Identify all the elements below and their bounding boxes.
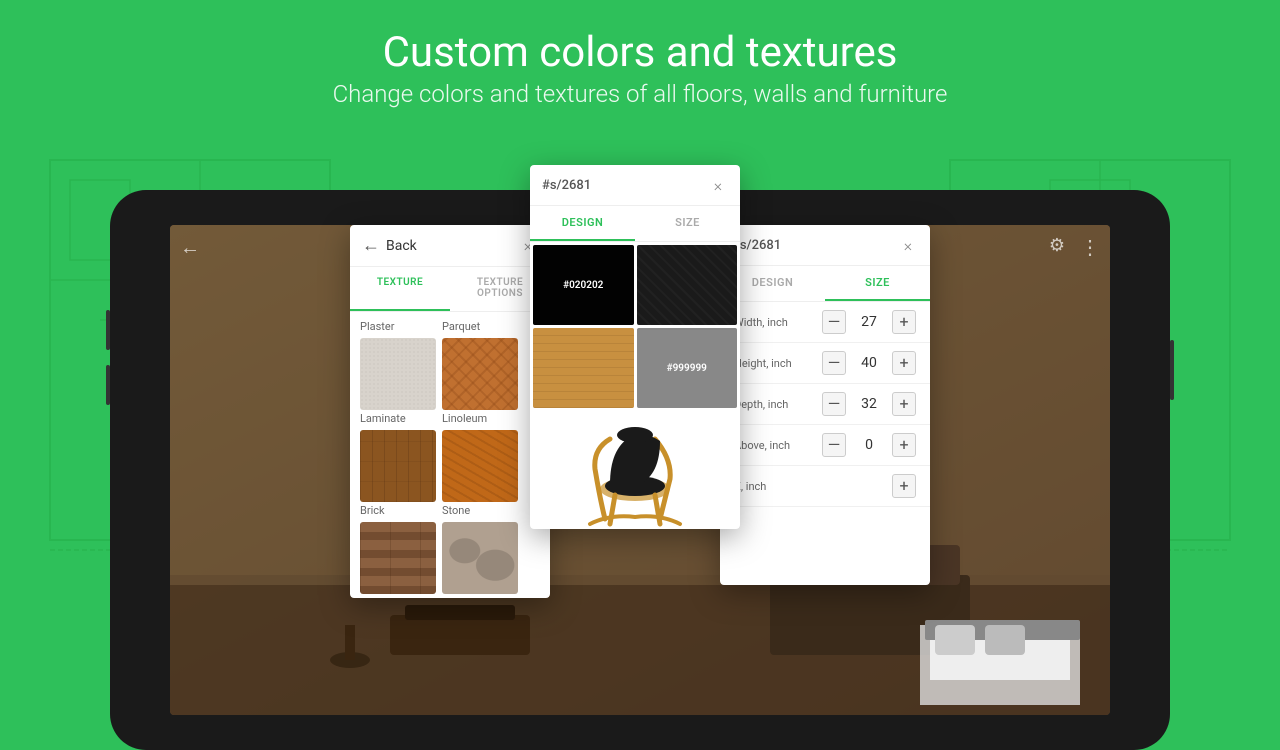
design-panel-id: #s/2681 [542, 178, 591, 193]
page-subtitle: Change colors and textures of all floors… [0, 78, 1280, 112]
width-minus[interactable]: — [822, 310, 846, 334]
height-label: Height, inch [734, 357, 804, 370]
above-row: Above, inch — 0 + [720, 425, 930, 466]
swatch-dark[interactable] [637, 245, 738, 325]
above-controls: — 0 + [822, 433, 916, 457]
stone-label: Stone [442, 504, 518, 517]
height-minus[interactable]: — [822, 351, 846, 375]
panels-container: ← Back × TEXTURE TEXTURE OPTIONS Plaster… [0, 165, 1280, 598]
depth-controls: — 32 + [822, 392, 916, 416]
x-plus[interactable]: + [892, 474, 916, 498]
header: Custom colors and textures Change colors… [0, 28, 1280, 112]
tab-size-right[interactable]: SIZE [825, 266, 930, 301]
above-minus[interactable]: — [822, 433, 846, 457]
above-plus[interactable]: + [892, 433, 916, 457]
tab-design[interactable]: DESIGN [530, 206, 635, 241]
swatch-black-label: #020202 [563, 280, 603, 291]
width-label: Width, inch [734, 316, 804, 329]
swatch-black[interactable]: #020202 [533, 245, 634, 325]
texture-content: Plaster Parquet Laminate Linoleum [350, 312, 550, 598]
depth-plus[interactable]: + [892, 392, 916, 416]
tab-size[interactable]: SIZE [635, 206, 740, 241]
x-label: X, inch [734, 480, 804, 493]
x-controls: — + [822, 474, 916, 498]
swatch-gray[interactable]: #999999 [637, 328, 738, 408]
width-plus[interactable]: + [892, 310, 916, 334]
swatch-gray-label: #999999 [667, 363, 707, 374]
design-panel: #s/2681 × DESIGN SIZE #020202 #999999 [530, 165, 740, 529]
tab-texture[interactable]: TEXTURE [350, 267, 450, 311]
depth-row: Depth, inch — 32 + [720, 384, 930, 425]
plaster-thumb[interactable] [360, 338, 436, 410]
design-panel-header: #s/2681 × [530, 165, 740, 206]
height-row: Height, inch — 40 + [720, 343, 930, 384]
width-controls: — 27 + [822, 310, 916, 334]
design-tabs: DESIGN SIZE [530, 206, 740, 242]
page-title: Custom colors and textures [0, 28, 1280, 78]
size-tabs: DESIGN SIZE [720, 266, 930, 302]
back-label: Back [386, 238, 417, 254]
size-panel-header: #s/2681 × [720, 225, 930, 266]
x-row: X, inch — + [720, 466, 930, 507]
brick-label: Brick [360, 504, 436, 517]
laminate-thumb[interactable] [360, 430, 436, 502]
texture-tabs: TEXTURE TEXTURE OPTIONS [350, 267, 550, 312]
height-controls: — 40 + [822, 351, 916, 375]
above-label: Above, inch [734, 439, 804, 452]
laminate-label: Laminate [360, 412, 436, 425]
size-panel-close[interactable]: × [898, 235, 918, 255]
stone-thumb[interactable] [442, 522, 518, 594]
back-arrow-icon: ← [362, 235, 380, 256]
plaster-label: Plaster [360, 320, 436, 333]
color-grid: #020202 #999999 [530, 242, 740, 411]
chair-illustration-area [530, 411, 740, 529]
depth-label: Depth, inch [734, 398, 804, 411]
linoleum-label: Linoleum [442, 412, 518, 425]
size-panel: #s/2681 × DESIGN SIZE Width, inch — 27 +… [720, 225, 930, 585]
texture-panel: ← Back × TEXTURE TEXTURE OPTIONS Plaster… [350, 225, 550, 598]
width-row: Width, inch — 27 + [720, 302, 930, 343]
width-value: 27 [854, 314, 884, 330]
back-button[interactable]: ← Back [362, 235, 417, 256]
brick-thumb[interactable] [360, 522, 436, 594]
chair-svg [575, 419, 695, 529]
depth-minus[interactable]: — [822, 392, 846, 416]
swatch-wood[interactable] [533, 328, 634, 408]
linoleum-thumb[interactable] [442, 430, 518, 502]
design-panel-close[interactable]: × [708, 175, 728, 195]
depth-value: 32 [854, 396, 884, 412]
height-value: 40 [854, 355, 884, 371]
parquet-thumb[interactable] [442, 338, 518, 410]
parquet-label: Parquet [442, 320, 518, 333]
texture-panel-header: ← Back × [350, 225, 550, 267]
above-value: 0 [854, 437, 884, 453]
height-plus[interactable]: + [892, 351, 916, 375]
